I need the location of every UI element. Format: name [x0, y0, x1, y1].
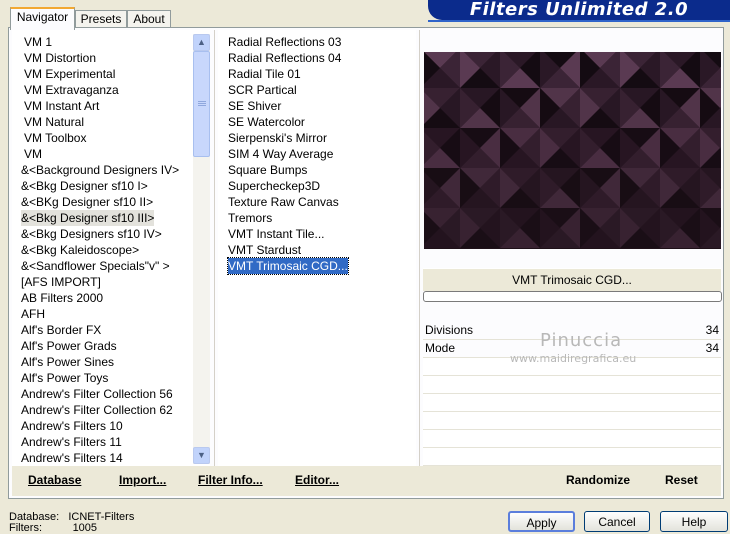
randomize-button[interactable]: Randomize [566, 473, 630, 487]
banner-underline [428, 20, 730, 22]
filter-item[interactable]: Tremors [228, 210, 272, 226]
watermark-name: Pinuccia [540, 330, 623, 351]
left-action-bar: Database Import... Filter Info... Editor… [12, 466, 423, 496]
param-label: Divisions [425, 323, 474, 337]
category-item[interactable]: VM 1 [24, 34, 52, 50]
filter-name-display: VMT Trimosaic CGD... [423, 268, 721, 291]
category-item[interactable]: VM Experimental [24, 66, 115, 82]
reset-button[interactable]: Reset [665, 473, 698, 487]
category-item[interactable]: VM Instant Art [24, 98, 99, 114]
scroll-up-button[interactable]: ▲ [193, 34, 210, 51]
category-item[interactable]: &<Background Designers IV> [21, 162, 179, 178]
category-item[interactable]: Alf's Power Grads [21, 338, 117, 354]
category-item[interactable]: Andrew's Filters 14 [21, 450, 123, 466]
status-filters: Filters: 1005 [9, 522, 98, 534]
progress-bar [423, 291, 722, 302]
category-item[interactable]: &<Bkg Kaleidoscope> [21, 242, 139, 258]
filter-item[interactable]: Square Bumps [228, 162, 307, 178]
filter-item[interactable]: SE Watercolor [228, 114, 305, 130]
param-label: Mode [425, 341, 456, 355]
category-item[interactable]: &<Bkg Designer sf10 I> [21, 178, 148, 194]
filter-item[interactable]: Radial Reflections 04 [228, 50, 341, 66]
category-item[interactable]: Alf's Power Toys [21, 370, 108, 386]
category-item[interactable]: &<Sandflower Specials"v" > [21, 258, 170, 274]
category-item[interactable]: Andrew's Filters 10 [21, 418, 123, 434]
filter-info-button[interactable]: Filter Info... [198, 473, 263, 487]
category-item[interactable]: Alf's Border FX [21, 322, 101, 338]
help-button[interactable]: Help [660, 511, 728, 532]
database-button[interactable]: Database [28, 473, 81, 487]
param-value: 34 [705, 323, 719, 337]
filter-item[interactable]: Texture Raw Canvas [228, 194, 339, 210]
filter-item[interactable]: SE Shiver [228, 98, 281, 114]
filter-item[interactable]: VMT Trimosaic CGD... [227, 257, 349, 275]
filter-item[interactable]: Radial Tile 01 [228, 66, 301, 82]
tab-presets[interactable]: Presets [75, 10, 127, 28]
filter-item[interactable]: VMT Stardust [228, 242, 301, 258]
app-title-banner: Filters Unlimited 2.0 [428, 0, 730, 20]
editor-button[interactable]: Editor... [295, 473, 339, 487]
cancel-button[interactable]: Cancel [584, 511, 650, 532]
category-item[interactable]: Andrew's Filter Collection 62 [21, 402, 173, 418]
category-item[interactable]: VM Toolbox [24, 130, 86, 146]
apply-button[interactable]: Apply [508, 511, 575, 532]
category-item[interactable]: VM Natural [24, 114, 84, 130]
list-divider [214, 30, 215, 466]
category-list[interactable]: VM 1 VM Distortion VM Experimental VM Extra… [12, 30, 210, 466]
right-action-bar: Randomize Reset [423, 466, 721, 496]
category-item[interactable]: &<Bkg Designers sf10 IV> [21, 226, 162, 242]
param-value: 34 [705, 341, 719, 355]
category-item[interactable]: VM Distortion [24, 50, 96, 66]
scroll-down-button[interactable]: ▼ [193, 447, 210, 464]
filter-item[interactable]: Supercheckер3D [228, 178, 320, 194]
filter-item[interactable]: VMT Instant Tile... [228, 226, 324, 242]
filter-item[interactable]: Radial Reflections 03 [228, 34, 341, 50]
category-item[interactable]: VM [24, 146, 42, 162]
list-divider-right [419, 30, 420, 466]
import-button[interactable]: Import... [119, 473, 166, 487]
category-scrollbar[interactable]: ▲ ▼ [193, 34, 210, 464]
category-item[interactable]: VM Extravaganza [24, 82, 119, 98]
filter-list[interactable]: Radial Reflections 03 Radial Reflections … [218, 30, 416, 466]
category-item[interactable]: AB Filters 2000 [21, 290, 103, 306]
watermark-url: www.maidiregrafica.eu [510, 352, 637, 365]
param-empty-rows [423, 358, 721, 466]
category-item[interactable]: &<Bkg Designer sf10 III> [21, 210, 155, 226]
filter-preview-image [424, 52, 721, 249]
category-item[interactable]: Andrew's Filters 11 [21, 434, 122, 450]
tab-about[interactable]: About [127, 10, 171, 28]
filter-item[interactable]: SIM 4 Way Average [228, 146, 333, 162]
filter-item[interactable]: SCR Partical [228, 82, 297, 98]
category-item[interactable]: &<BKg Designer sf10 II> [21, 194, 153, 210]
category-item[interactable]: Andrew's Filter Collection 56 [21, 386, 173, 402]
scroll-thumb[interactable] [193, 51, 210, 157]
tab-navigator[interactable]: Navigator [10, 7, 75, 30]
category-item[interactable]: Alf's Power Sines [21, 354, 114, 370]
category-item[interactable]: AFH [21, 306, 45, 322]
category-item[interactable]: [AFS IMPORT] [21, 274, 101, 290]
filter-item[interactable]: Sierpenski's Mirror [228, 130, 327, 146]
